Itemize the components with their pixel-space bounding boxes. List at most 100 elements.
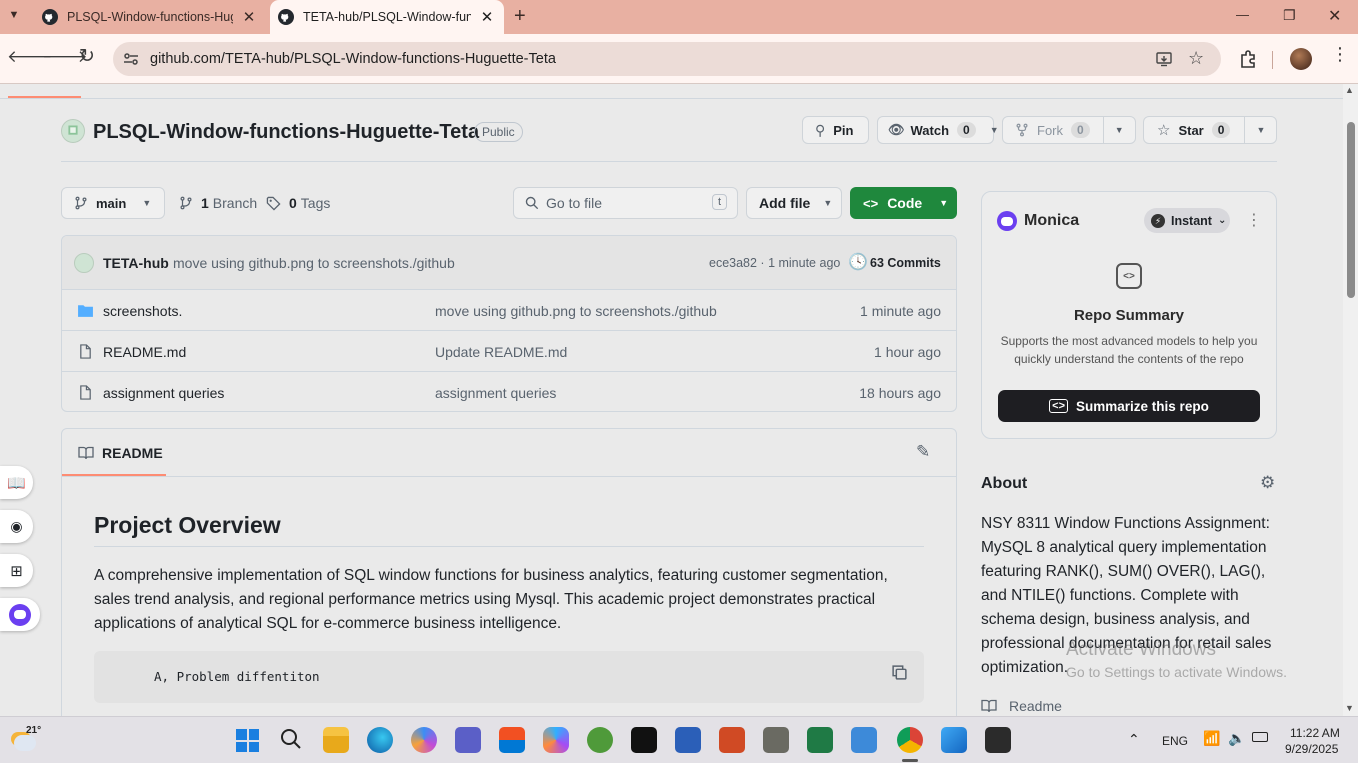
- powerpoint-icon[interactable]: [719, 727, 745, 753]
- tab-2-close-icon[interactable]: ✕: [479, 8, 495, 26]
- github-repo-page: PLSQL-Window-functions-Huguette-Teta Pub…: [0, 84, 1343, 716]
- file-commit-message[interactable]: assignment queries: [435, 385, 556, 401]
- game-app-icon[interactable]: [587, 727, 613, 753]
- install-app-icon[interactable]: [1155, 50, 1173, 68]
- site-settings-icon[interactable]: [122, 50, 140, 68]
- teams-icon[interactable]: [455, 727, 481, 753]
- pin-button[interactable]: ⚲ Pin: [802, 116, 869, 144]
- side-monica-icon[interactable]: [0, 598, 40, 631]
- summarize-icon: <>: [1049, 399, 1069, 413]
- wifi-icon[interactable]: 📶: [1203, 730, 1220, 747]
- extensions-puzzle-icon[interactable]: [1238, 49, 1258, 69]
- shortcut-key-badge: t: [712, 194, 728, 210]
- copilot-icon[interactable]: [543, 727, 569, 753]
- monica-more-icon[interactable]: ⋮: [1246, 210, 1262, 230]
- edge-browser-icon[interactable]: [367, 727, 393, 753]
- fork-dropdown-icon[interactable]: ▼: [1115, 125, 1124, 135]
- go-to-file-input[interactable]: Go to file t: [513, 187, 738, 219]
- copilot-app-icon[interactable]: [411, 727, 437, 753]
- about-settings-gear-icon[interactable]: ⚙: [1260, 473, 1275, 493]
- fork-button[interactable]: Fork 0 ▼: [1002, 116, 1136, 144]
- watch-dropdown-icon[interactable]: ▼: [990, 125, 999, 135]
- tab-search-chevron-icon[interactable]: ▼: [6, 9, 22, 25]
- chrome-icon[interactable]: [897, 727, 923, 753]
- window-restore-button[interactable]: ❐: [1283, 7, 1296, 24]
- copy-icon[interactable]: [891, 664, 908, 681]
- commit-author-avatar: [74, 253, 94, 273]
- language-indicator[interactable]: ENG: [1162, 734, 1188, 748]
- terminal-icon[interactable]: [985, 727, 1011, 753]
- file-row-assignment-queries[interactable]: assignment queries assignment queries 18…: [62, 371, 956, 411]
- commit-message[interactable]: move using github.png to screenshots./gi…: [173, 255, 455, 271]
- star-label: Star: [1178, 122, 1204, 138]
- file-commit-message[interactable]: Update README.md: [435, 344, 567, 360]
- go-to-file-placeholder: Go to file: [546, 195, 603, 211]
- battery-icon[interactable]: [1252, 732, 1268, 742]
- watch-button[interactable]: 👁 Watch 0 ▼: [877, 116, 999, 144]
- taskbar-search-icon[interactable]: [280, 728, 302, 750]
- monica-name: Monica: [1024, 212, 1080, 229]
- branch-name: main: [96, 195, 127, 211]
- monica-mode-selector[interactable]: ⚡ Instant ⌄: [1144, 208, 1230, 233]
- code-brackets-icon: <>: [863, 195, 879, 211]
- star-button[interactable]: ☆ Star 0 ▼: [1143, 116, 1277, 144]
- new-tab-button[interactable]: +: [514, 5, 526, 28]
- branch-selector[interactable]: main ▼: [61, 187, 165, 219]
- browser-menu-icon[interactable]: ⋮: [1331, 45, 1349, 63]
- file-commit-message[interactable]: move using github.png to screenshots./gi…: [435, 303, 717, 319]
- add-file-button[interactable]: Add file ▼: [746, 187, 842, 219]
- word-icon[interactable]: [675, 727, 701, 753]
- heading-underline: [94, 546, 924, 547]
- profile-avatar[interactable]: [1290, 48, 1312, 70]
- excel-icon[interactable]: [807, 727, 833, 753]
- commit-hash-time[interactable]: ece3a82 · 1 minute ago: [709, 256, 840, 270]
- window-close-button[interactable]: ✕: [1328, 6, 1341, 26]
- tab-1-close-icon[interactable]: ✕: [241, 8, 257, 26]
- url-text[interactable]: github.com/TETA-hub/PLSQL-Window-functio…: [150, 51, 556, 67]
- weather-widget[interactable]: 21°: [12, 725, 52, 757]
- fork-count: 0: [1071, 122, 1090, 138]
- mode-chevron-icon: ⌄: [1217, 215, 1227, 226]
- notepad-icon[interactable]: [851, 727, 877, 753]
- file-row-readme[interactable]: README.md Update README.md 1 hour ago: [62, 330, 956, 371]
- branches-link[interactable]: 1 Branch: [179, 195, 257, 211]
- browser-toolbar: 🡐 🡒 ↻ github.com/TETA-hub/PLSQL-Window-f…: [0, 34, 1358, 84]
- side-reader-icon[interactable]: 📖: [0, 466, 33, 499]
- star-count: 0: [1211, 122, 1231, 138]
- browser-tab-1[interactable]: PLSQL-Window-functions-Hugu ✕: [36, 0, 268, 34]
- address-bar[interactable]: github.com/TETA-hub/PLSQL-Window-functio…: [113, 42, 1221, 76]
- file-name[interactable]: assignment queries: [103, 385, 224, 401]
- summarize-repo-button[interactable]: <> Summarize this repo: [998, 390, 1260, 422]
- scroll-down-arrow-icon[interactable]: ▼: [1345, 703, 1354, 713]
- file-name[interactable]: screenshots.: [103, 303, 182, 319]
- scroll-up-arrow-icon[interactable]: ▲: [1345, 85, 1354, 95]
- bookmark-star-icon[interactable]: ☆: [1188, 48, 1204, 69]
- tags-link[interactable]: 0 Tags: [266, 195, 330, 211]
- reload-icon[interactable]: ↻: [79, 45, 95, 68]
- road-game-icon[interactable]: [763, 727, 789, 753]
- about-readme-link[interactable]: Readme: [981, 698, 1062, 714]
- tiktok-icon[interactable]: [631, 727, 657, 753]
- side-apps-icon[interactable]: ⊞: [0, 554, 33, 587]
- repo-title[interactable]: PLSQL-Window-functions-Huguette-Teta: [93, 121, 479, 144]
- commits-link[interactable]: 63 Commits: [870, 256, 941, 270]
- volume-icon[interactable]: 🔈: [1228, 730, 1245, 747]
- microsoft-store-icon[interactable]: [499, 727, 525, 753]
- paint-app-icon[interactable]: [941, 727, 967, 753]
- commit-author[interactable]: TETA-hub: [103, 255, 169, 271]
- edit-pencil-icon[interactable]: ✎: [916, 442, 930, 462]
- file-name[interactable]: README.md: [103, 344, 186, 360]
- side-podcast-icon[interactable]: ◉: [0, 510, 33, 543]
- browser-tab-2-active[interactable]: TETA-hub/PLSQL-Window-func ✕: [270, 0, 504, 34]
- readme-tab[interactable]: README: [62, 429, 166, 476]
- clock-date[interactable]: 9/29/2025: [1285, 742, 1338, 756]
- scrollbar-thumb[interactable]: [1347, 122, 1355, 298]
- window-minimize-button[interactable]: —: [1236, 7, 1249, 22]
- start-windows-icon[interactable]: [236, 729, 259, 752]
- clock-time[interactable]: 11:22 AM: [1290, 726, 1340, 740]
- code-button[interactable]: <> Code ▼: [850, 187, 957, 219]
- tray-overflow-chevron-icon[interactable]: ⌃: [1128, 731, 1140, 748]
- file-row-screenshots[interactable]: screenshots. move using github.png to sc…: [62, 289, 956, 330]
- star-dropdown-icon[interactable]: ▼: [1256, 125, 1265, 135]
- file-explorer-icon[interactable]: [323, 727, 349, 753]
